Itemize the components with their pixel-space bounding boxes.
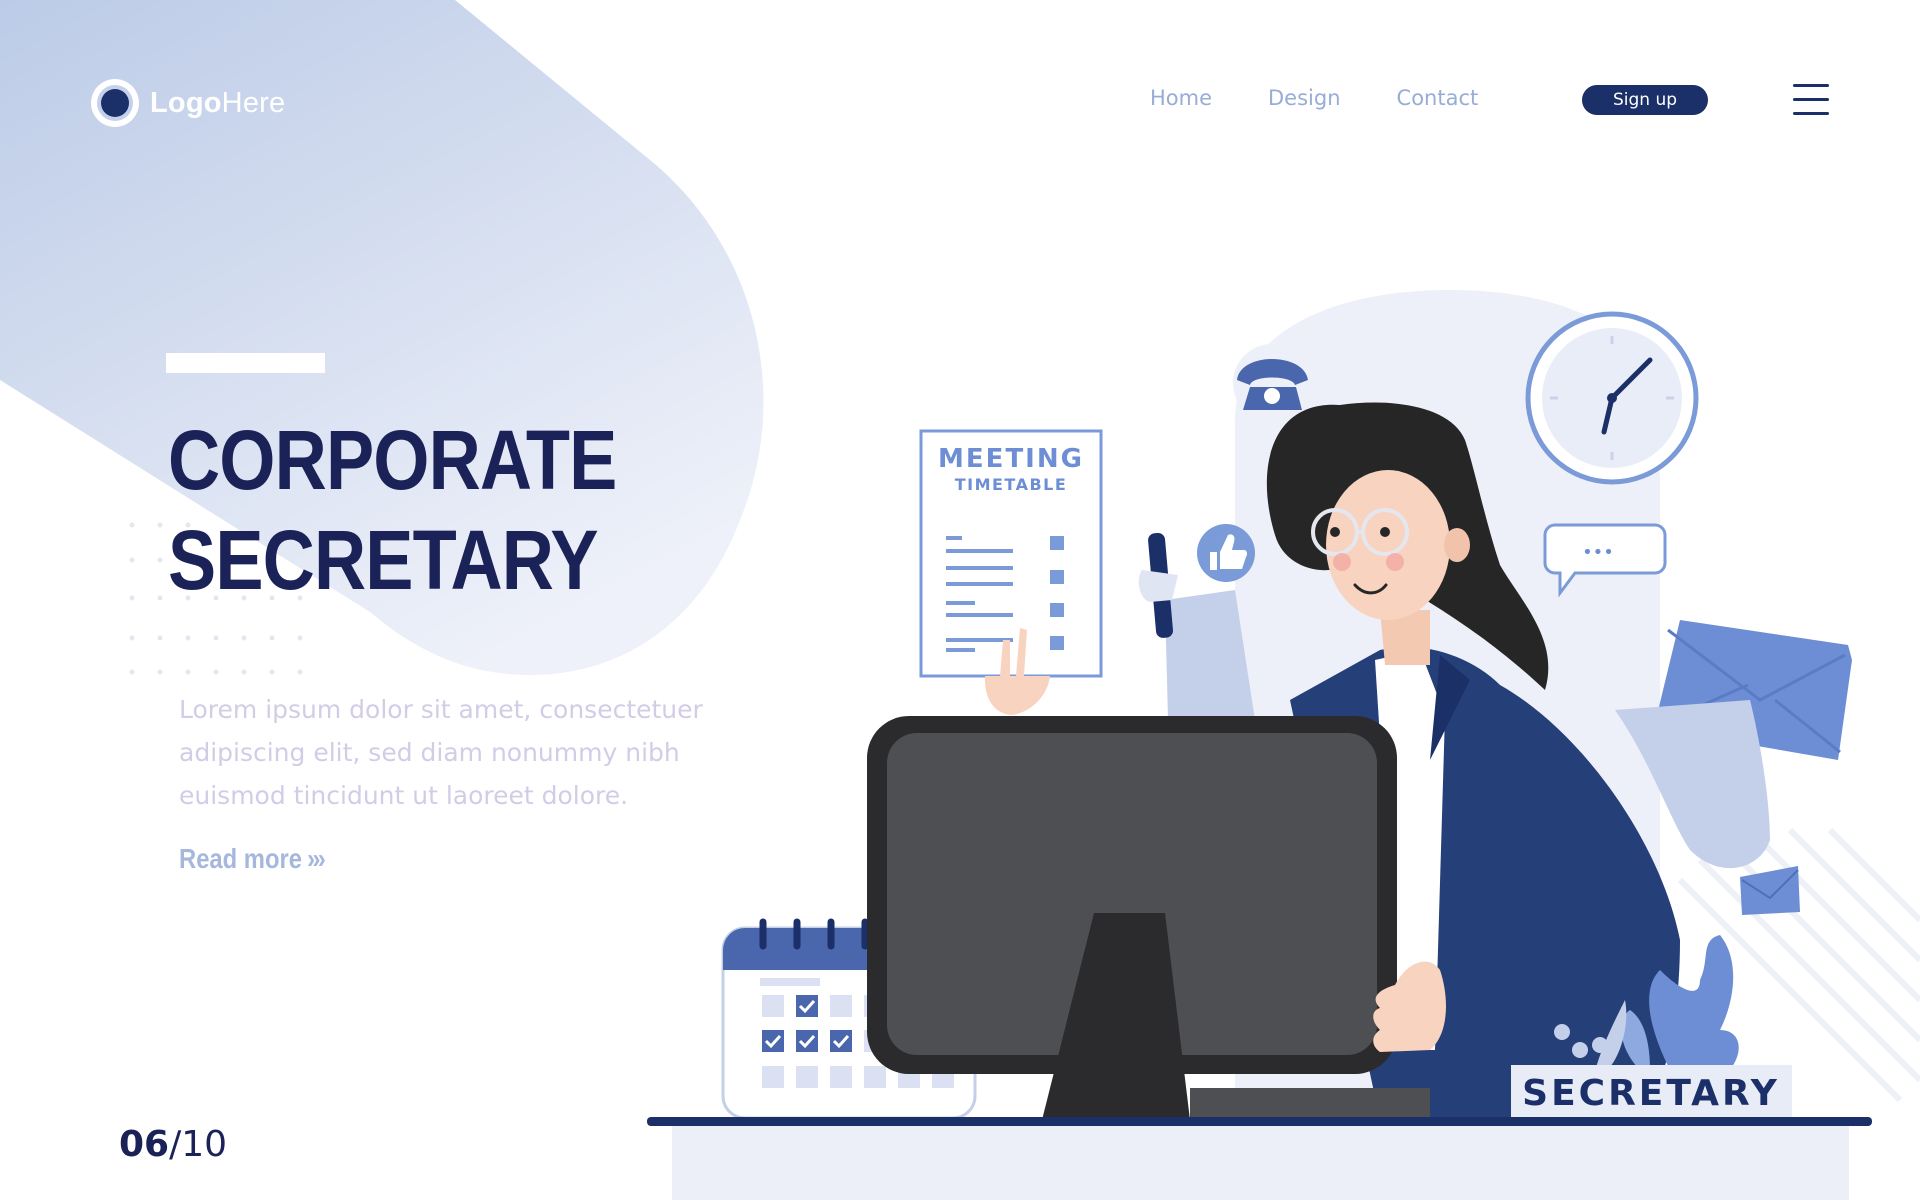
chat-dots: ••• [1582, 542, 1614, 563]
wall-clock-icon [1525, 311, 1699, 485]
nameplate-label: SECRETARY [1522, 1073, 1780, 1114]
face [1326, 470, 1450, 620]
envelope-small-icon [1740, 866, 1800, 915]
document-subtitle: TIMETABLE [955, 475, 1068, 494]
thumbs-up-icon [1197, 524, 1255, 582]
secretary-nameplate: SECRETARY [1511, 1065, 1792, 1117]
secretary-illustration: ••• MEETING TIMETABLE SECRETARY [647, 290, 1920, 1200]
telephone-icon [1233, 344, 1311, 422]
document-title: MEETING [938, 444, 1084, 474]
desk-top [647, 1117, 1872, 1126]
desk-front [672, 1126, 1849, 1200]
computer-monitor [867, 716, 1430, 1120]
hand-holding-document [984, 676, 1050, 715]
meeting-timetable-document: MEETING TIMETABLE [919, 429, 1103, 678]
